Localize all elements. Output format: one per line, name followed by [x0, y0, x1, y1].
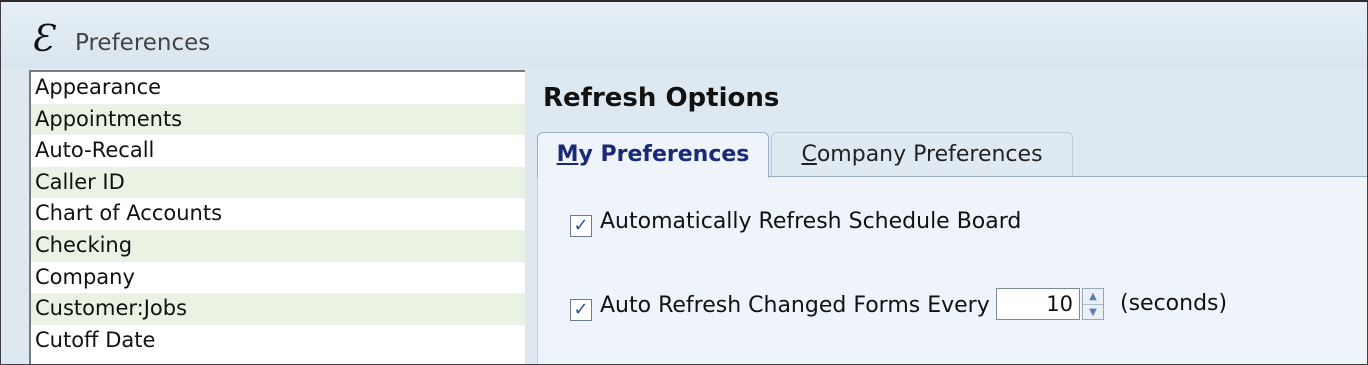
list-item[interactable]: Cutoff Date [31, 325, 525, 357]
tab-label: y Preferences [578, 142, 750, 167]
auto-refresh-board-label: Automatically Refresh Schedule Board [600, 209, 1022, 234]
list-item[interactable]: Caller ID [31, 166, 525, 199]
tab-panel: ✓ Automatically Refresh Schedule Board ✓ A… [537, 176, 1367, 364]
app-logo-icon: Ɛ [31, 19, 54, 60]
preferences-category-list[interactable]: Appearance Appointments Auto-Recall Call… [29, 70, 526, 364]
list-item[interactable]: Checking [31, 229, 525, 262]
stepper-up-icon[interactable]: ▲ [1083, 289, 1103, 305]
interval-unit-label: (seconds) [1120, 291, 1228, 316]
list-item[interactable]: Appearance [31, 72, 525, 104]
list-item[interactable]: Appointments [31, 103, 525, 136]
stepper-down-icon[interactable]: ▼ [1083, 305, 1103, 320]
refresh-interval-input[interactable]: 10 [996, 288, 1080, 320]
tab-strip: My Preferences Company Preferences [537, 132, 1367, 178]
auto-refresh-board-option[interactable]: ✓ Automatically Refresh Schedule Board [570, 209, 1021, 237]
content-pane: Refresh Options My Preferences Company P… [525, 68, 1367, 364]
auto-refresh-forms-checkbox[interactable]: ✓ [570, 299, 592, 321]
list-item[interactable]: Chart of Accounts [31, 198, 525, 230]
tab-accel-key: M [556, 142, 579, 167]
tab-my-preferences[interactable]: My Preferences [537, 132, 769, 178]
section-title: Refresh Options [543, 83, 780, 113]
refresh-interval-stepper[interactable]: 10 ▲ ▼ [996, 288, 1104, 322]
tab-label: ompany Preferences [816, 142, 1043, 167]
list-item[interactable]: Auto-Recall [31, 135, 525, 167]
window-title: Preferences [75, 30, 211, 56]
list-item[interactable]: Customer:Jobs [31, 293, 525, 325]
tab-company-preferences[interactable]: Company Preferences [771, 132, 1073, 176]
title-bar: Ɛ Preferences [1, 2, 1367, 68]
auto-refresh-forms-label: Auto Refresh Changed Forms Every [600, 293, 990, 318]
stepper-buttons: ▲ ▼ [1082, 288, 1104, 320]
tab-accel-key: C [801, 142, 817, 167]
auto-refresh-board-checkbox[interactable]: ✓ [570, 215, 592, 237]
preferences-window: Ɛ Preferences Appearance Appointments Au… [0, 0, 1368, 365]
auto-refresh-forms-option[interactable]: ✓ Auto Refresh Changed Forms Every [570, 293, 990, 321]
list-item[interactable]: Company [31, 262, 525, 294]
